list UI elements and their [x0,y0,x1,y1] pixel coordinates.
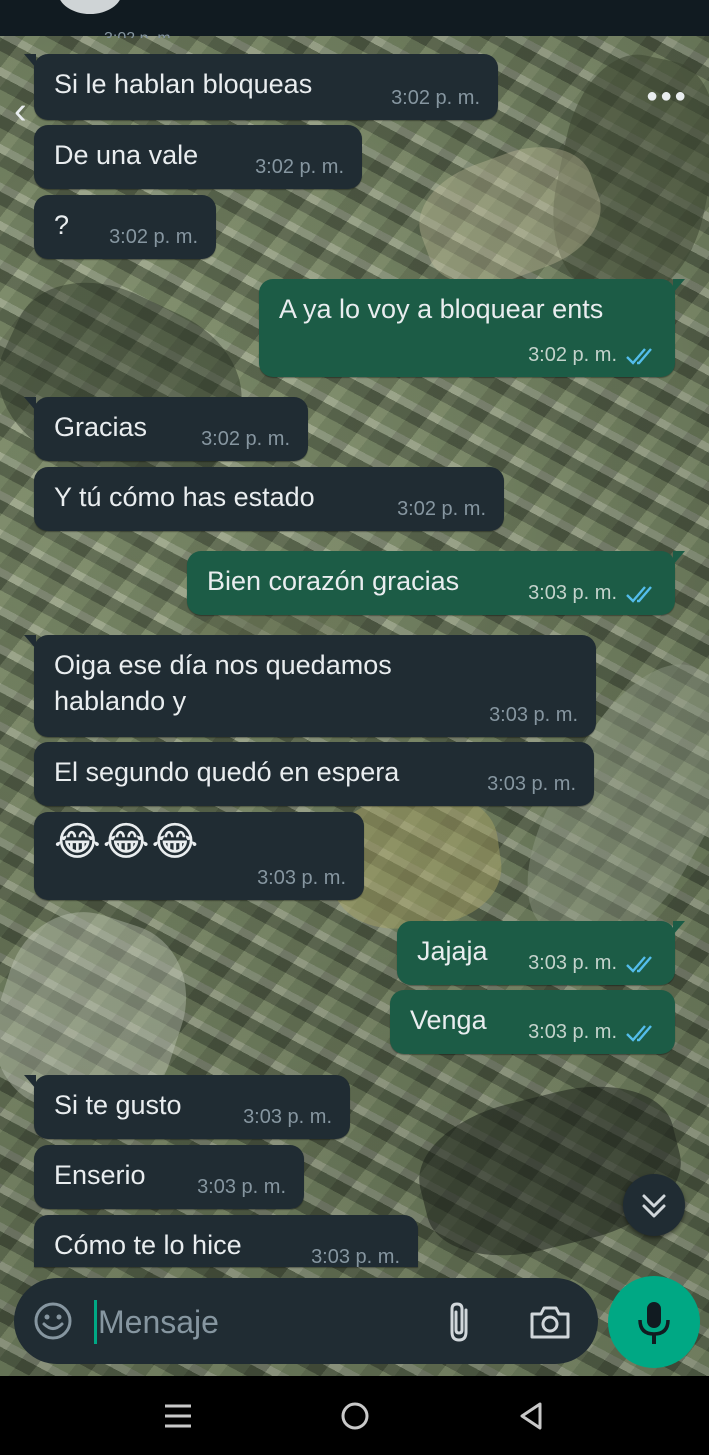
back-icon[interactable] [514,1398,550,1434]
message-bubble[interactable]: Oiga ese día nos quedamos hablando y 3:0… [24,635,596,737]
message-time: 3:03 p. m. [528,582,617,604]
read-receipt-icon [626,348,652,365]
message-bubble[interactable]: Cómo te lo hice 3:03 p. m. [34,1215,418,1267]
camera-icon[interactable] [528,1302,572,1342]
message-bubble[interactable]: De una vale 3:02 p. m. [34,125,362,189]
message-bubble[interactable]: Jajaja 3:03 p. m. [397,921,685,985]
message-bubble[interactable]: Si te gusto 3:03 p. m. [24,1075,350,1139]
message-bubble[interactable]: El segundo quedó en espera 3:03 p. m. [34,742,594,806]
recent-apps-icon[interactable] [160,1398,196,1434]
message-bubble[interactable]: Enserio 3:03 p. m. [34,1145,304,1209]
text-cursor [94,1300,97,1344]
read-receipt-icon [626,1025,652,1042]
message-bubble[interactable]: 😂😂😂 3:03 p. m. [34,812,364,900]
system-navigation-bar [0,1376,709,1455]
message-time: 3:03 p. m. [197,1176,286,1198]
read-receipt-icon [626,956,652,973]
message-time: 3:03 p. m. [528,952,617,974]
message-time: 3:02 p. m. [397,498,486,520]
double-chevron-down-icon [642,1194,666,1218]
message-bubble[interactable]: Si le hablan bloqueas 3:02 p. m. [24,54,498,120]
message-bubble[interactable]: ? 3:02 p. m. [34,195,216,259]
message-input[interactable]: Mensaje [98,1300,219,1344]
more-dots-icon[interactable]: ●●● [646,86,688,106]
message-time: 3:03 p. m. [528,1021,617,1043]
message-time: 3:02 p. m. [255,156,344,178]
partial-timestamp: 3:02 p. m. [104,30,175,38]
message-time: 3:02 p. m. [391,87,480,109]
message-bubble[interactable]: Bien corazón gracias 3:03 p. m. [187,551,685,615]
message-time: 3:03 p. m. [487,773,576,795]
message-composer[interactable]: Mensaje [14,1278,598,1364]
scroll-to-bottom-button[interactable] [623,1174,685,1236]
smiley-icon[interactable] [32,1300,74,1342]
paperclip-icon[interactable] [440,1300,480,1344]
chevron-left-icon[interactable]: ‹ [14,92,27,130]
message-time: 3:03 p. m. [257,867,346,889]
microphone-icon [638,1302,670,1344]
message-time: 3:02 p. m. [109,226,198,248]
message-bubble[interactable]: Venga 3:03 p. m. [390,990,675,1054]
message-time: 3:03 p. m. [489,704,578,726]
message-time: 3:03 p. m. [311,1246,400,1267]
message-time: 3:03 p. m. [243,1106,332,1128]
message-bubble[interactable]: A ya lo voy a bloquear ents 3:02 p. m. [259,279,685,377]
message-time: 3:02 p. m. [201,428,290,450]
message-text: 😂😂😂 [54,820,201,864]
message-bubble[interactable]: Gracias 3:02 p. m. [24,397,308,461]
message-text: A ya lo voy a bloquear ents [279,294,604,324]
contact-avatar[interactable] [58,0,122,14]
microphone-button[interactable] [608,1276,700,1368]
message-bubble[interactable]: Y tú cómo has estado 3:02 p. m. [34,467,504,531]
home-icon[interactable] [337,1398,373,1434]
read-receipt-icon [626,586,652,603]
message-time: 3:02 p. m. [528,344,617,366]
